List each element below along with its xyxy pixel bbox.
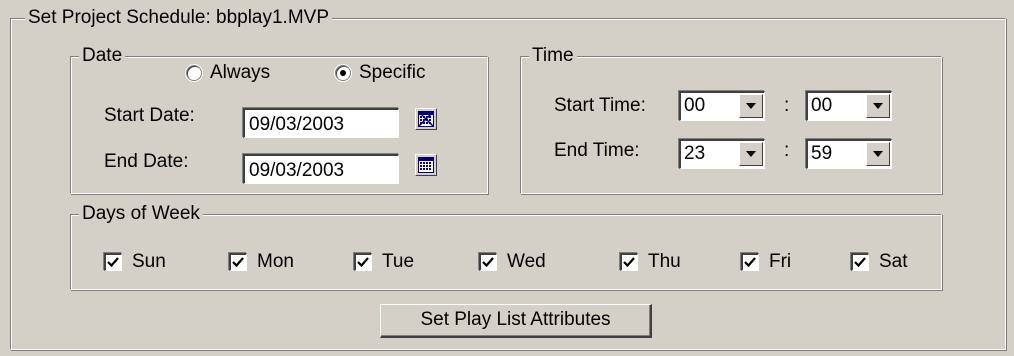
- checkmark-icon: [854, 257, 866, 268]
- start-time-label: Start Time:: [554, 95, 646, 116]
- end-date-field[interactable]: 09/03/2003: [243, 154, 399, 184]
- chevron-down-icon[interactable]: [866, 142, 890, 166]
- checkmark-icon: [482, 257, 494, 268]
- checkmark-icon: [357, 257, 369, 268]
- day-checkbox-fri[interactable]: Fri: [741, 251, 791, 273]
- calendar-icon: [418, 111, 434, 127]
- specific-radio[interactable]: Specific: [335, 62, 426, 84]
- start-hour-select[interactable]: 00: [679, 91, 765, 121]
- thu-checkbox-box[interactable]: [620, 253, 638, 271]
- end-hour-value: 23: [684, 143, 706, 164]
- date-group-title: Date: [79, 44, 126, 68]
- day-label-fri: Fri: [769, 251, 792, 272]
- day-checkbox-sat[interactable]: Sat: [851, 251, 908, 273]
- mon-checkbox-box[interactable]: [229, 253, 247, 271]
- calendar-icon: [418, 157, 434, 173]
- end-time-separator: :: [784, 140, 790, 161]
- wed-checkbox-box[interactable]: [479, 253, 497, 271]
- fri-checkbox-box[interactable]: [741, 253, 759, 271]
- day-checkbox-sun[interactable]: Sun: [104, 251, 166, 273]
- end-time-label: End Time:: [554, 140, 640, 161]
- start-minute-value: 00: [811, 95, 833, 116]
- start-date-calendar-button[interactable]: [415, 108, 437, 130]
- checkmark-icon: [744, 257, 756, 268]
- end-date-calendar-button[interactable]: [415, 154, 437, 176]
- start-time-separator: :: [784, 95, 790, 116]
- checkmark-icon: [623, 257, 635, 268]
- sat-checkbox-box[interactable]: [851, 253, 869, 271]
- specific-radio-indicator[interactable]: [335, 65, 351, 81]
- chevron-down-icon[interactable]: [739, 142, 763, 166]
- time-group: Time: [520, 44, 942, 194]
- specific-radio-label: Specific: [359, 62, 426, 83]
- day-checkbox-wed[interactable]: Wed: [479, 251, 546, 273]
- start-minute-select[interactable]: 00: [806, 91, 892, 121]
- day-checkbox-tue[interactable]: Tue: [354, 251, 414, 273]
- set-play-list-attributes-button[interactable]: Set Play List Attributes: [380, 304, 652, 338]
- end-minute-select[interactable]: 59: [806, 139, 892, 169]
- time-group-title: Time: [529, 44, 577, 68]
- day-label-tue: Tue: [382, 251, 415, 272]
- day-label-thu: Thu: [648, 251, 681, 272]
- day-label-sat: Sat: [879, 251, 908, 272]
- start-date-label: Start Date:: [104, 105, 195, 126]
- schedule-panel: Set Project Schedule: bbplay1.MVP Date A…: [0, 0, 1014, 356]
- checkmark-icon: [107, 257, 119, 268]
- start-date-value: 09/03/2003: [249, 114, 345, 135]
- end-date-label: End Date:: [104, 151, 189, 172]
- set-play-list-attributes-label: Set Play List Attributes: [420, 309, 611, 330]
- always-radio-label: Always: [210, 62, 271, 83]
- chevron-down-icon[interactable]: [739, 94, 763, 118]
- day-checkbox-mon[interactable]: Mon: [229, 251, 294, 273]
- sun-checkbox-box[interactable]: [104, 253, 122, 271]
- end-date-value: 09/03/2003: [249, 160, 345, 181]
- start-date-field[interactable]: 09/03/2003: [243, 108, 399, 138]
- day-label-mon: Mon: [257, 251, 294, 272]
- day-label-sun: Sun: [132, 251, 166, 272]
- end-minute-value: 59: [811, 143, 833, 164]
- always-radio[interactable]: Always: [186, 62, 270, 84]
- days-of-week-title: Days of Week: [79, 202, 203, 226]
- start-hour-value: 00: [684, 95, 706, 116]
- day-checkbox-thu[interactable]: Thu: [620, 251, 681, 273]
- end-hour-select[interactable]: 23: [679, 139, 765, 169]
- project-schedule-title: Set Project Schedule: bbplay1.MVP: [25, 6, 333, 30]
- day-label-wed: Wed: [507, 251, 546, 272]
- tue-checkbox-box[interactable]: [354, 253, 372, 271]
- always-radio-indicator[interactable]: [186, 65, 202, 81]
- checkmark-icon: [232, 257, 244, 268]
- chevron-down-icon[interactable]: [866, 94, 890, 118]
